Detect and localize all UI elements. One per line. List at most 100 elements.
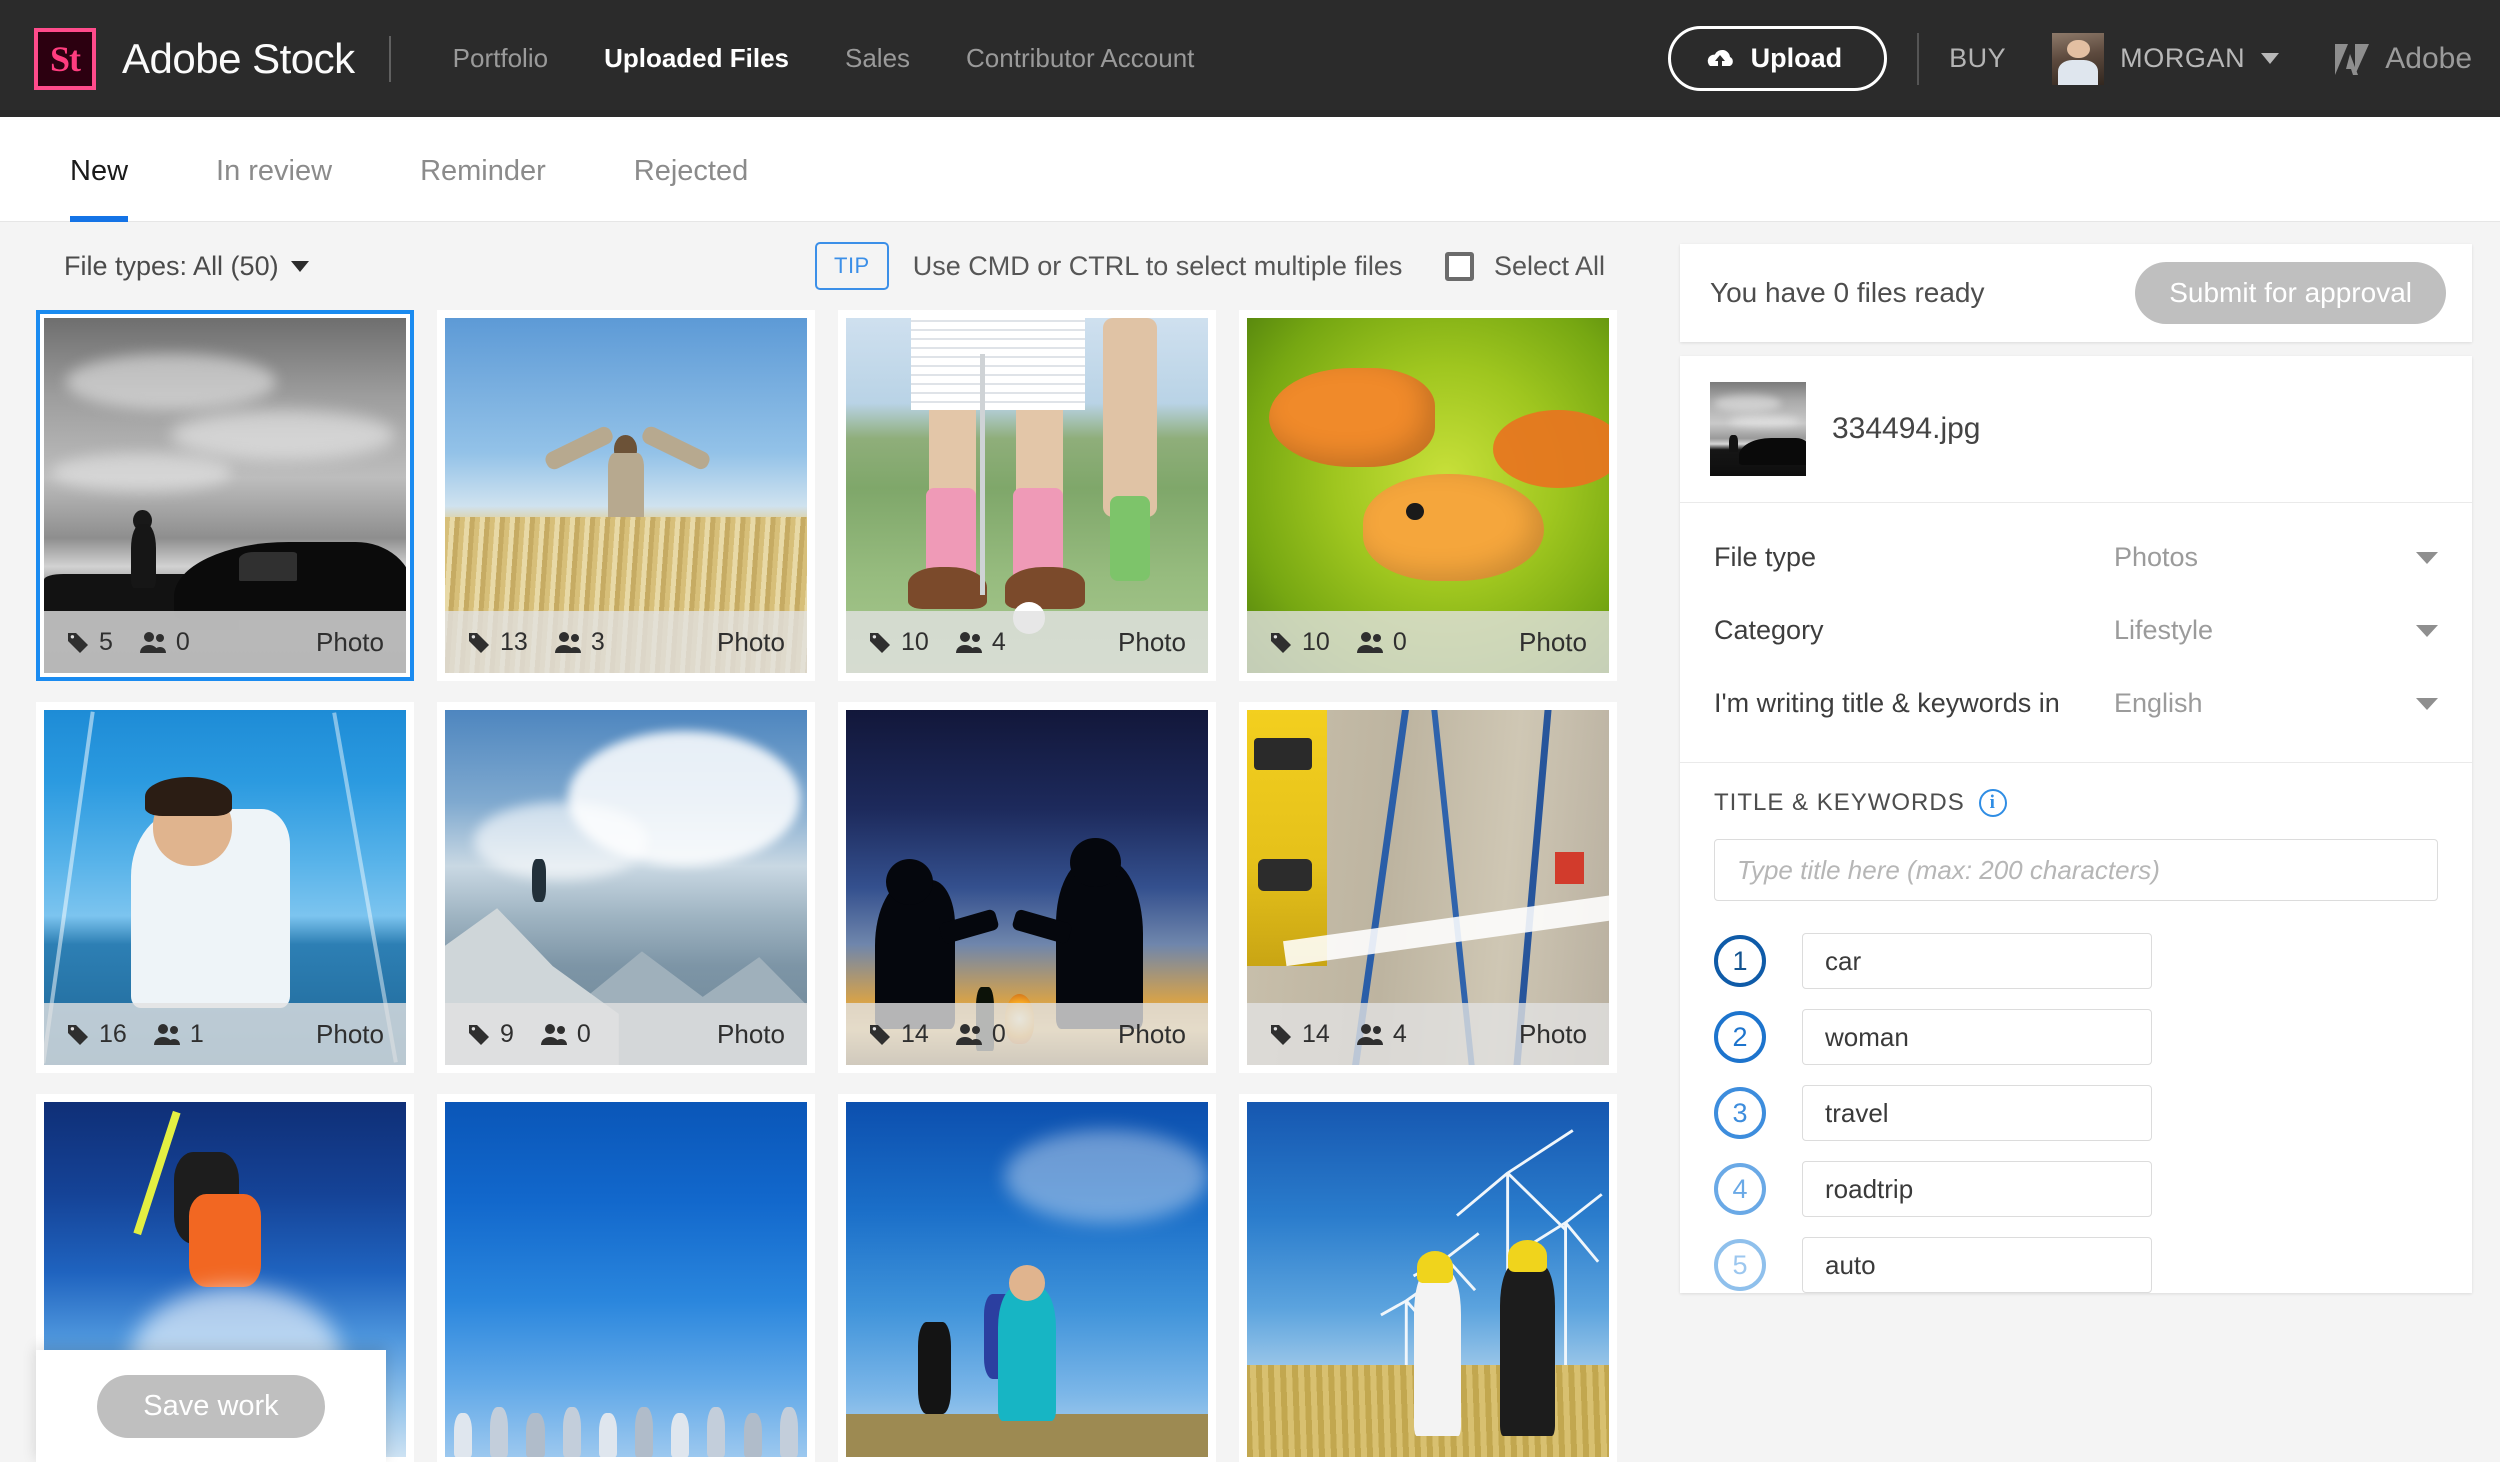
avatar: [2052, 32, 2105, 85]
primary-nav: Portfolio Uploaded Files Sales Contribut…: [425, 43, 1223, 74]
keyword-index-badge: 4: [1714, 1163, 1766, 1215]
file-attribute-list: File type Photos Category Lifestyle I'm …: [1680, 503, 2472, 763]
keyword-input[interactable]: [1802, 1237, 2152, 1293]
field-value: Photos: [2114, 542, 2199, 572]
keyword-index-badge: 5: [1714, 1239, 1766, 1291]
chevron-down-icon[interactable]: [2416, 697, 2438, 710]
info-icon[interactable]: i: [1978, 789, 2007, 817]
keyword-row: 1: [1714, 933, 2438, 989]
keyword-input[interactable]: [1802, 1161, 2152, 1217]
people-icon: [540, 1024, 567, 1045]
file-name-label: 334494.jpg: [1832, 412, 1981, 445]
keyword-input[interactable]: [1802, 933, 2152, 989]
chevron-down-icon[interactable]: [2416, 624, 2438, 637]
file-thumbnail: 9 0 Photo: [445, 710, 807, 1065]
release-count-value: 0: [175, 627, 190, 656]
save-work-panel: Save work: [36, 1350, 386, 1462]
nav-item-portfolio[interactable]: Portfolio: [425, 43, 576, 74]
field-label: I'm writing title & keywords in: [1714, 688, 2060, 718]
field-file-type[interactable]: File type Photos: [1680, 521, 2472, 594]
select-all-control[interactable]: Select All: [1445, 251, 1605, 282]
file-card[interactable]: 16 1 Photo: [36, 702, 414, 1073]
file-card[interactable]: 14 4 Photo: [1239, 702, 1617, 1073]
file-thumbnail: 13 3 Photo: [445, 318, 807, 673]
nav-item-sales[interactable]: Sales: [817, 43, 938, 74]
files-ready-text: You have 0 files ready: [1710, 277, 1985, 308]
photo-wind-farm-engineers: [1247, 1102, 1609, 1457]
save-work-button[interactable]: Save work: [97, 1374, 325, 1438]
tag-icon: [870, 1025, 890, 1045]
field-language[interactable]: I'm writing title & keywords in English: [1680, 667, 2472, 740]
release-count: 1: [153, 1020, 204, 1049]
tab-new[interactable]: New: [70, 117, 129, 222]
adobe-stock-logo-icon: St: [34, 27, 96, 90]
file-card[interactable]: [838, 1094, 1216, 1462]
keyword-input[interactable]: [1802, 1009, 2152, 1065]
title-keywords-section: TITLE & KEYWORDS i: [1680, 763, 2472, 911]
title-input[interactable]: [1714, 839, 2438, 901]
keyword-count-value: 5: [99, 627, 113, 656]
tab-reminder[interactable]: Reminder: [420, 117, 546, 222]
photo-hikers-blue-sky: [846, 1102, 1208, 1457]
field-value: Lifestyle: [2114, 615, 2214, 645]
header-divider: [388, 35, 391, 82]
file-card[interactable]: 10 0 Photo: [1239, 310, 1617, 681]
keyword-count: 13: [467, 628, 528, 657]
submit-for-approval-button[interactable]: Submit for approval: [2135, 262, 2446, 324]
status-tab-strip: New In review Reminder Rejected: [0, 117, 2500, 222]
file-thumbnail: 5 0 Photo: [44, 318, 406, 673]
tab-in-review[interactable]: In review: [216, 117, 332, 222]
file-kind-label: Photo: [1118, 626, 1186, 657]
field-label: File type: [1714, 542, 1817, 572]
file-card[interactable]: 13 3 Photo: [437, 310, 815, 681]
keyword-index-badge: 3: [1714, 1087, 1766, 1139]
file-card[interactable]: [1239, 1094, 1617, 1462]
keyword-count: 10: [868, 628, 929, 657]
header-divider-2: [1917, 32, 1920, 85]
brand-block[interactable]: St Adobe Stock: [34, 27, 355, 90]
detail-sidebar: You have 0 files ready Submit for approv…: [1680, 222, 2500, 1462]
file-card[interactable]: [437, 1094, 815, 1462]
release-count-value: 0: [1392, 627, 1407, 656]
file-card[interactable]: 14 0 Photo: [838, 702, 1216, 1073]
file-card[interactable]: 10 4 Photo: [838, 310, 1216, 681]
user-menu[interactable]: MORGAN: [2052, 32, 2280, 85]
keyword-count-value: 16: [99, 1019, 127, 1048]
nav-item-uploaded-files[interactable]: Uploaded Files: [576, 43, 817, 74]
file-types-filter[interactable]: File types: All (50): [64, 251, 309, 282]
select-all-checkbox[interactable]: [1445, 251, 1474, 281]
file-meta-bar: 10 4 Photo: [846, 611, 1208, 673]
file-meta-bar: 5 0 Photo: [44, 611, 406, 673]
page-body: File types: All (50) TIP Use CMD or CTRL…: [0, 222, 2500, 1462]
file-thumbnail: [846, 1102, 1208, 1457]
release-count: 4: [955, 628, 1006, 657]
tip-text: Use CMD or CTRL to select multiple files: [912, 250, 1403, 281]
chevron-down-icon: [290, 260, 309, 272]
keyword-list: 1 2 3 4 5: [1680, 911, 2472, 1293]
nav-item-contributor-account[interactable]: Contributor Account: [938, 43, 1222, 74]
tab-rejected[interactable]: Rejected: [634, 117, 748, 222]
file-kind-label: Photo: [1519, 1018, 1587, 1049]
file-kind-label: Photo: [717, 626, 785, 657]
keyword-index-badge: 1: [1714, 935, 1766, 987]
file-kind-label: Photo: [1519, 626, 1587, 657]
upload-button[interactable]: Upload: [1667, 26, 1888, 91]
title-keywords-heading: TITLE & KEYWORDS i: [1714, 789, 2438, 817]
file-kind-label: Photo: [717, 1018, 785, 1049]
photo-people-holding-hands-sky: [445, 1102, 807, 1457]
file-grid: 5 0 Photo 13 3 Photo 10 4 Photo 10 0 Pho…: [0, 310, 1680, 1462]
title-keywords-heading-text: TITLE & KEYWORDS: [1714, 789, 1965, 816]
file-types-label: File types: All (50): [64, 250, 279, 281]
keyword-input[interactable]: [1802, 1085, 2152, 1141]
chevron-down-icon[interactable]: [2416, 551, 2438, 564]
field-category[interactable]: Category Lifestyle: [1680, 594, 2472, 667]
keyword-count: 5: [66, 628, 113, 657]
buy-link[interactable]: BUY: [1949, 43, 2006, 74]
file-card[interactable]: 9 0 Photo: [437, 702, 815, 1073]
file-card[interactable]: 5 0 Photo: [36, 310, 414, 681]
field-value: English: [2114, 688, 2203, 718]
tag-icon: [469, 633, 489, 653]
keyword-count: 14: [1269, 1020, 1330, 1049]
file-thumbnail: 16 1 Photo: [44, 710, 406, 1065]
file-kind-label: Photo: [316, 1018, 384, 1049]
